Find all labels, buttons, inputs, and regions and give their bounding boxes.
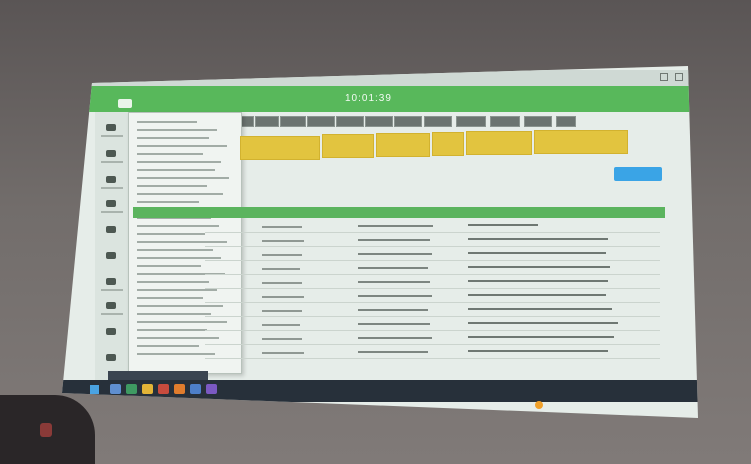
nav-icon[interactable]	[106, 124, 116, 131]
weather-icon[interactable]	[535, 401, 543, 409]
stat-card	[240, 136, 320, 160]
nav-icon[interactable]	[106, 226, 116, 233]
tab[interactable]	[365, 116, 393, 127]
taskbar-app-icon[interactable]	[174, 384, 185, 394]
app-header	[88, 86, 698, 112]
tab[interactable]	[307, 116, 335, 127]
tab[interactable]	[490, 116, 520, 127]
header-clock: 10:01:39	[345, 93, 392, 104]
nav-icon[interactable]	[106, 302, 116, 309]
foreground-object	[0, 395, 95, 464]
taskbar-app-icon[interactable]	[126, 384, 137, 394]
tab-bar	[228, 116, 683, 127]
nav-icon[interactable]	[106, 200, 116, 207]
taskbar-app-icon[interactable]	[158, 384, 169, 394]
tab[interactable]	[394, 116, 422, 127]
nav-icon[interactable]	[106, 328, 116, 335]
tab[interactable]	[255, 116, 279, 127]
nav-icon[interactable]	[106, 278, 116, 285]
tab[interactable]	[524, 116, 552, 127]
taskbar-app-icon[interactable]	[190, 384, 201, 394]
stat-card	[322, 134, 374, 158]
windows-logo-icon[interactable]	[90, 385, 99, 394]
tab[interactable]	[556, 116, 576, 127]
stat-card	[376, 133, 430, 157]
table-header	[133, 207, 665, 218]
tab[interactable]	[280, 116, 306, 127]
nav-icon[interactable]	[106, 150, 116, 157]
taskbar-app-icon[interactable]	[110, 384, 121, 394]
nav-icon[interactable]	[106, 252, 116, 259]
tab[interactable]	[424, 116, 452, 127]
maximize-icon[interactable]	[675, 73, 683, 81]
tab[interactable]	[456, 116, 486, 127]
app-logo	[118, 99, 132, 108]
minimize-icon[interactable]	[660, 73, 668, 81]
tab[interactable]	[336, 116, 364, 127]
nav-icon[interactable]	[106, 354, 116, 361]
stat-card	[466, 131, 532, 155]
action-button[interactable]	[614, 167, 662, 181]
nav-icon[interactable]	[106, 176, 116, 183]
stat-card	[432, 132, 464, 156]
dropdown-menu[interactable]	[128, 112, 242, 374]
taskbar-app-icon[interactable]	[206, 384, 217, 394]
stat-card	[534, 130, 628, 154]
taskbar-app-icon[interactable]	[142, 384, 153, 394]
